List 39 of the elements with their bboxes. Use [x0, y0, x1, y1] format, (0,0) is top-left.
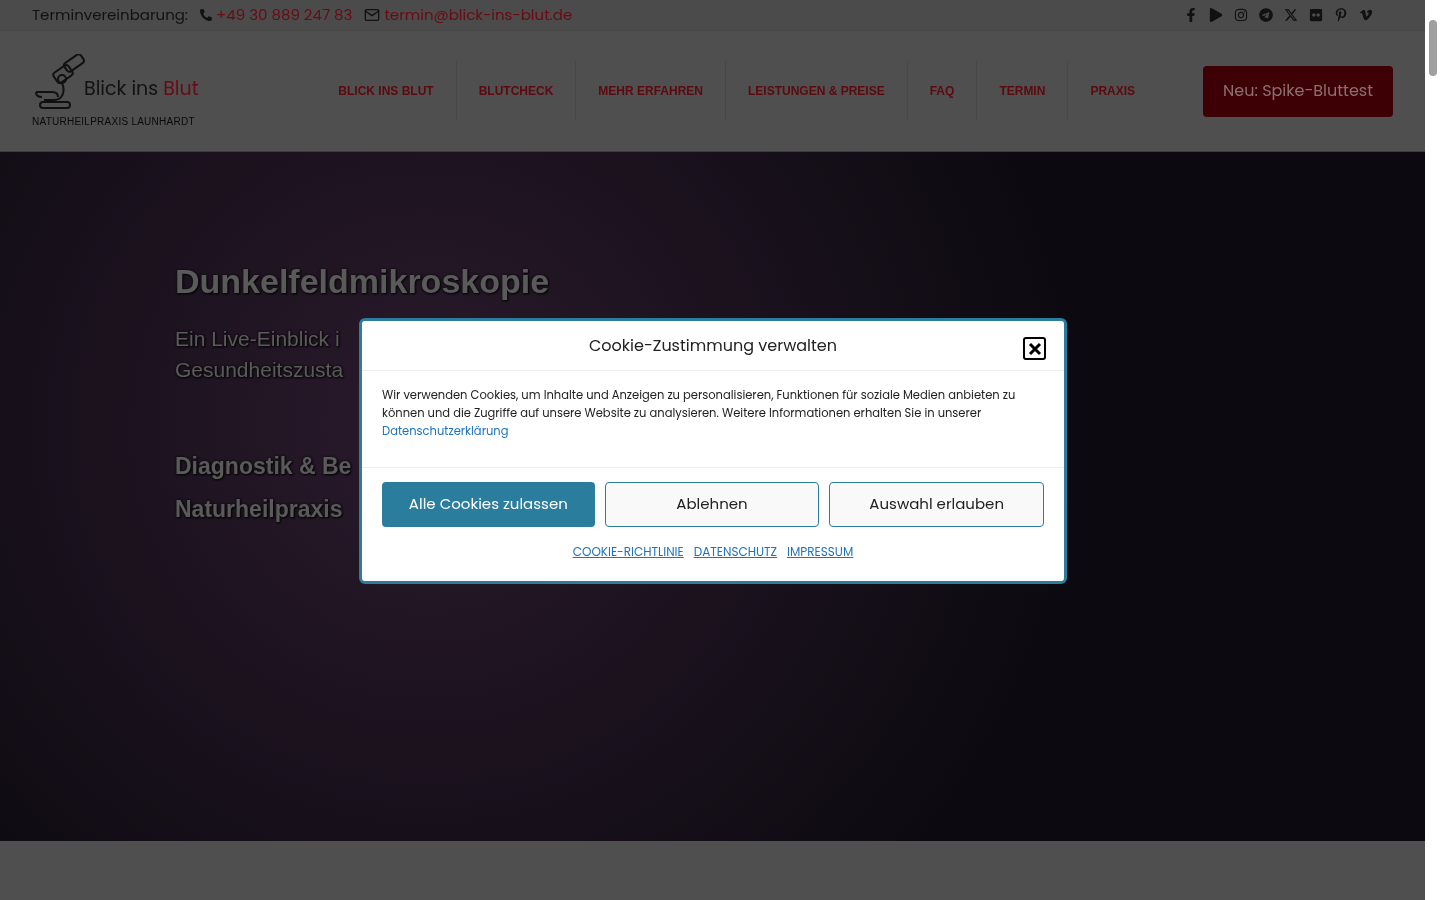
- email-link[interactable]: termin@blick-ins-blut.de: [384, 3, 573, 27]
- privacy-policy-link[interactable]: Datenschutzerklärung: [382, 423, 509, 439]
- phone-link[interactable]: +49 30 889 247 83: [216, 3, 353, 27]
- nav-link[interactable]: PRAXIS: [1067, 61, 1158, 121]
- mail-icon: [364, 7, 381, 23]
- cookie-choice-button[interactable]: Ablehnen: [604, 482, 820, 527]
- hero-title: Dunkelfeldmikroskopie: [175, 261, 550, 302]
- hero-subtitle-line: Ein Live-Einblick i: [175, 326, 340, 352]
- dialog-title: Cookie-Zustimmung verwalten: [589, 333, 837, 358]
- logo-tagline: NATURHEILPRAXIS LAUNHARDT: [32, 114, 196, 129]
- cookie-notice-text: Wir verwenden Cookies, um Inhalte und Anzeigen zu personalisieren, Funktionen für soziale Medien anbieten zu können und die Zugriffe auf unsere Website zu analysieren. Weitere Informationen erhalten Sie in unserer Datenschutzerklärung: [362, 371, 1064, 468]
- nav-link[interactable]: BLUTCHECK: [455, 61, 576, 121]
- policy-link[interactable]: COOKIE-RICHTLINIE: [572, 543, 684, 561]
- nav-link[interactable]: MEHR ERFAHREN: [575, 61, 725, 121]
- microscope-logo-icon: [32, 53, 86, 110]
- hero-tagline-line: Diagnostik & Be: [175, 452, 352, 481]
- close-icon: [1027, 341, 1042, 356]
- play-icon[interactable]: [1208, 7, 1223, 23]
- policy-link[interactable]: IMPRESSUM: [787, 543, 854, 561]
- cookie-choice-button[interactable]: Alle Cookies zulassen: [382, 482, 595, 527]
- two-dots-icon[interactable]: [1308, 7, 1323, 23]
- phone-icon: [200, 9, 213, 21]
- vimeo-icon[interactable]: [1358, 7, 1373, 23]
- appointment-label: Terminvereinbarung:: [32, 3, 189, 27]
- spike-test-button[interactable]: Neu: Spike-Bluttest: [1203, 65, 1393, 117]
- policy-link[interactable]: DATENSCHUTZ: [693, 543, 778, 561]
- hero-tagline-line: Naturheilpraxis: [175, 494, 343, 524]
- logo-name: Blick ins Blut: [84, 75, 199, 104]
- telegram-icon[interactable]: [1258, 7, 1273, 23]
- nav-link[interactable]: FAQ: [906, 61, 977, 121]
- close-button[interactable]: [1023, 337, 1046, 360]
- x-icon[interactable]: [1283, 7, 1298, 23]
- hero-subtitle-line: Gesundheitszusta: [175, 357, 344, 383]
- nav-link[interactable]: BLICK INS BLUT: [316, 61, 456, 121]
- nav-link[interactable]: TERMIN: [976, 61, 1068, 121]
- instagram-icon[interactable]: [1233, 7, 1248, 23]
- pinterest-icon[interactable]: [1333, 7, 1348, 23]
- nav-link[interactable]: LEISTUNGEN & PREISE: [725, 61, 907, 121]
- cookie-choice-button[interactable]: Auswahl erlauben: [829, 482, 1044, 527]
